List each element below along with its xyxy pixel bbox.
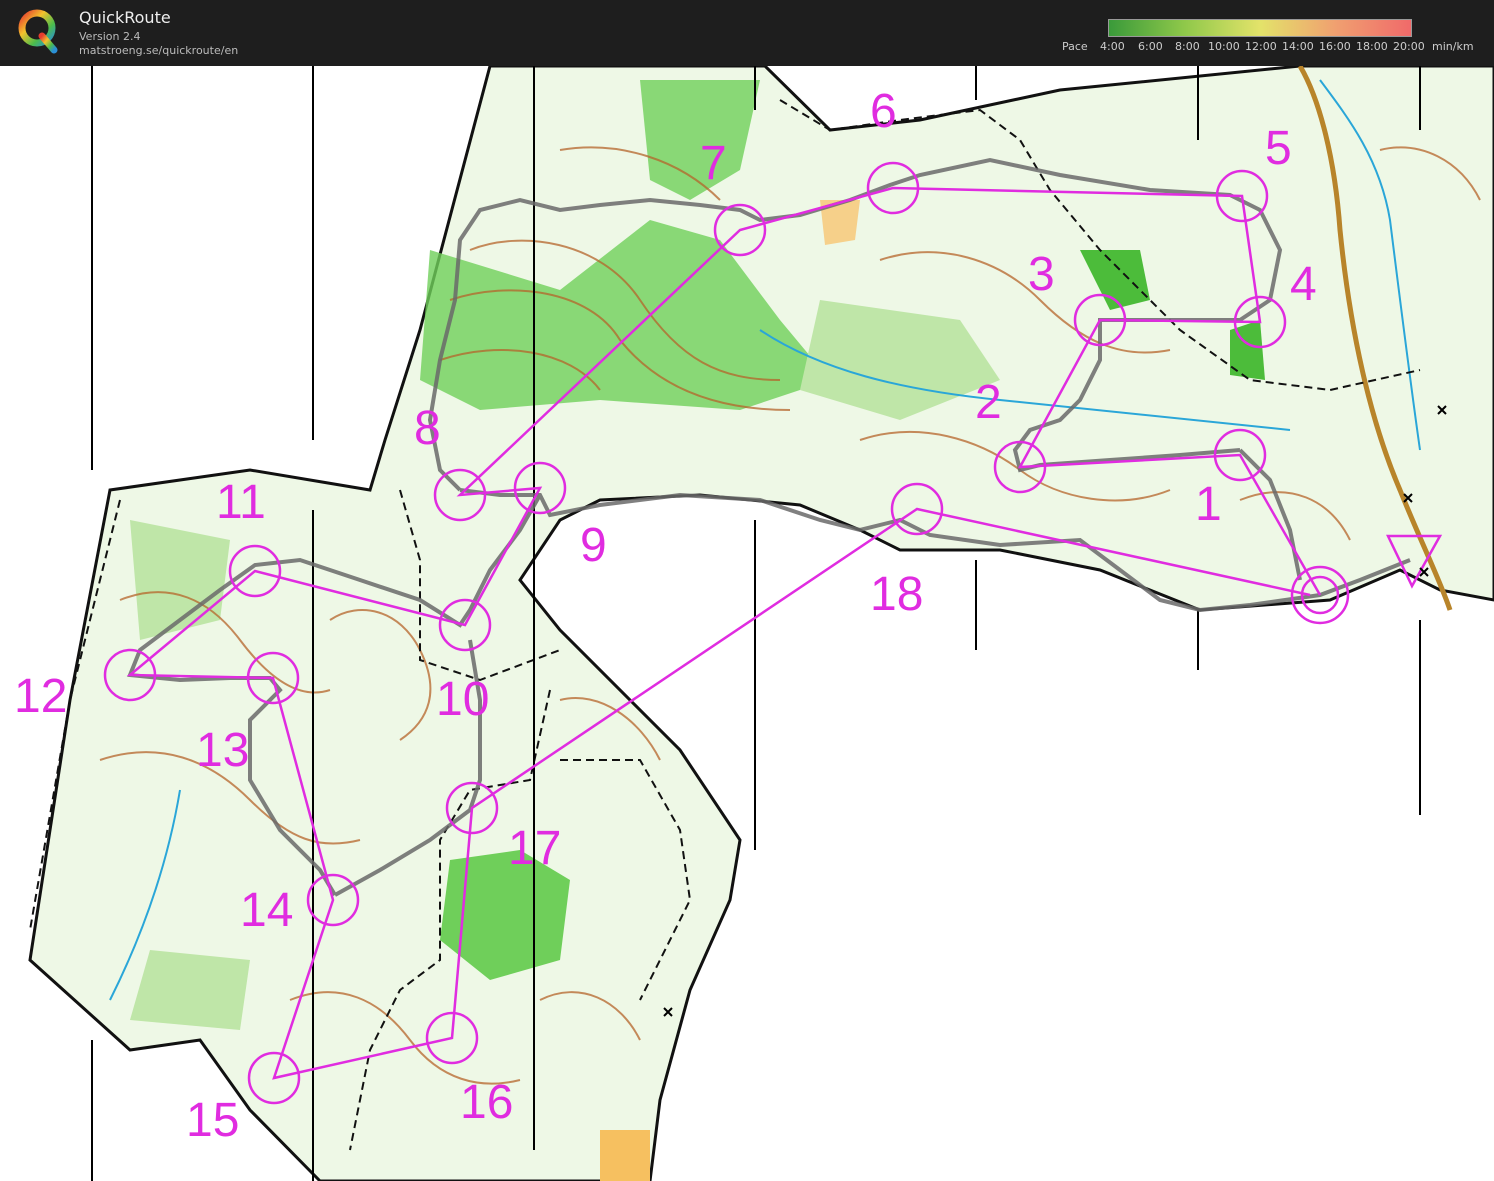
pace-tick: 20:00 (1393, 40, 1425, 53)
control-number-18: 18 (870, 568, 923, 621)
app-url-link[interactable]: matstroeng.se/quickroute/en (79, 44, 238, 57)
control-number-13: 13 (196, 724, 249, 777)
pace-tick: 6:00 (1138, 40, 1163, 53)
app-version: Version 2.4 (79, 30, 141, 43)
terrain-layer (28, 66, 1494, 1181)
control-number-4: 4 (1290, 258, 1317, 311)
app-header: QuickRoute Version 2.4 matstroeng.se/qui… (0, 0, 1494, 66)
control-number-11: 11 (216, 476, 266, 529)
quickroute-logo-icon (18, 9, 58, 54)
control-number-9: 9 (580, 519, 607, 572)
pace-tick: 4:00 (1100, 40, 1125, 53)
pace-tick: 16:00 (1319, 40, 1351, 53)
control-number-5: 5 (1265, 122, 1292, 175)
pace-unit: min/km (1432, 40, 1474, 53)
control-number-7: 7 (700, 137, 727, 190)
control-number-15: 15 (186, 1094, 239, 1147)
control-number-17: 17 (508, 822, 561, 875)
pace-tick: 8:00 (1175, 40, 1200, 53)
control-number-1: 1 (1195, 478, 1222, 531)
app-title: QuickRoute (79, 8, 171, 27)
control-number-8: 8 (414, 402, 441, 455)
control-number-3: 3 (1028, 248, 1055, 301)
control-number-6: 6 (870, 85, 897, 138)
pace-color-scale (1108, 19, 1412, 37)
control-number-16: 16 (460, 1076, 513, 1129)
control-number-12: 12 (14, 670, 67, 723)
control-number-2: 2 (975, 376, 1002, 429)
pace-tick: 12:00 (1245, 40, 1277, 53)
pace-tick: 14:00 (1282, 40, 1314, 53)
pace-label: Pace (1062, 40, 1088, 53)
pace-tick: 18:00 (1356, 40, 1388, 53)
control-number-14: 14 (240, 884, 293, 937)
pace-tick: 10:00 (1208, 40, 1240, 53)
orienteering-map[interactable]: 1 2 3 4 5 6 7 8 9 10 11 12 13 14 15 16 1… (0, 66, 1494, 1181)
control-number-10: 10 (436, 673, 489, 726)
